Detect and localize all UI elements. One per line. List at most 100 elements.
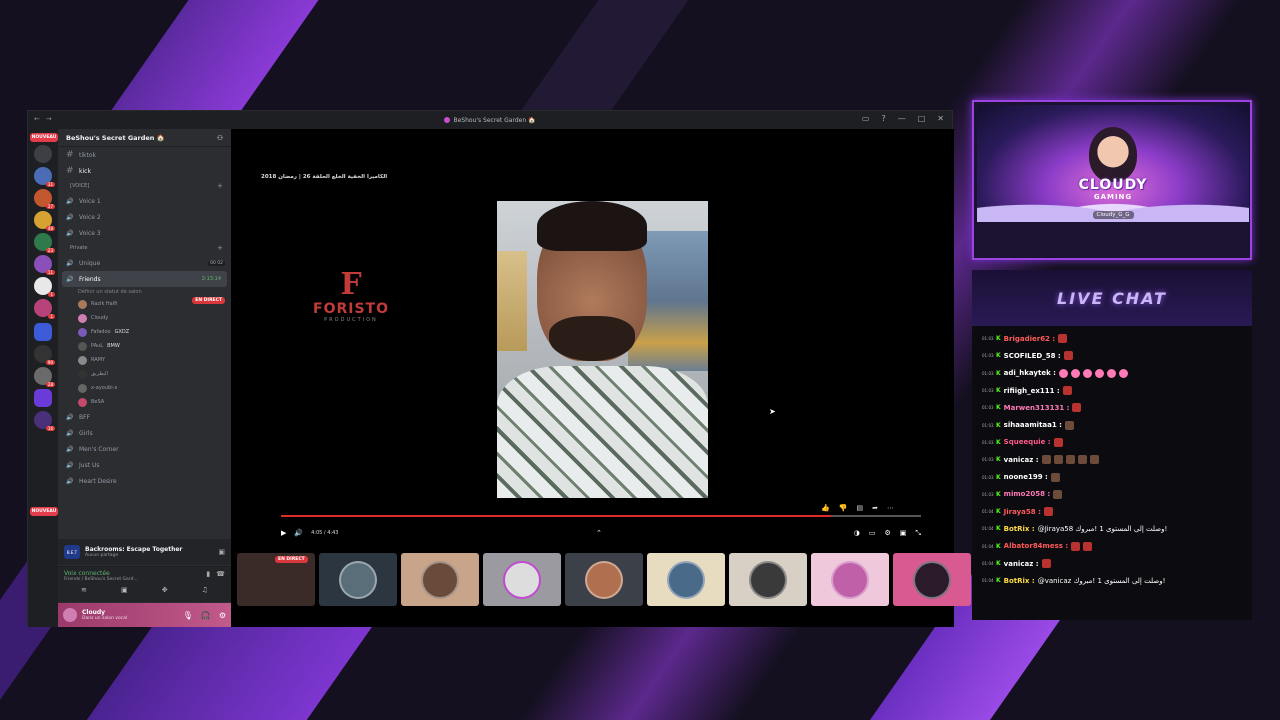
soundboard-icon[interactable]: ♫ xyxy=(202,586,208,594)
member-razik[interactable]: Razik Haifi EN DIRECT xyxy=(58,297,231,311)
inbox-icon[interactable]: ▭ xyxy=(862,114,870,123)
channel-voice-2[interactable]: 🔊 Voice 2 xyxy=(58,209,231,225)
like-icon[interactable]: 👍 xyxy=(821,504,830,512)
channel-bff[interactable]: 🔊 BFF xyxy=(58,409,231,425)
participant-tile[interactable]: EN DIRECT xyxy=(237,553,315,606)
channel-tiktok[interactable]: # tiktok xyxy=(58,147,231,163)
server-icon[interactable]: 90 xyxy=(34,345,55,365)
chat-username[interactable]: rifiigh_ex111 : xyxy=(1004,387,1060,395)
server-icon[interactable]: 31 xyxy=(34,167,55,187)
member-paul[interactable]: PAuL BMW xyxy=(58,339,231,353)
chat-username[interactable]: adi_hkaytek : xyxy=(1004,369,1056,377)
play-icon[interactable]: ▶ xyxy=(281,529,286,537)
activity-panel[interactable]: B.E.T Backrooms: Escape Together Aucun pa… xyxy=(58,539,231,565)
screen-icon[interactable]: ▣ xyxy=(218,548,225,556)
channel-heart-desire[interactable]: 🔊 Heart Desire xyxy=(58,473,231,489)
category-voice[interactable]: [VOICE] + xyxy=(58,179,231,193)
chat-username[interactable]: Brigadier62 : xyxy=(1004,335,1056,343)
chat-username[interactable]: Squeequie : xyxy=(1004,438,1051,446)
home-icon[interactable] xyxy=(34,145,52,163)
activities-icon[interactable]: ✥ xyxy=(162,586,168,594)
minimize-button[interactable]: — xyxy=(898,114,906,123)
member-ramy[interactable]: RAMY xyxy=(58,353,231,367)
disconnect-icon[interactable]: ☎ xyxy=(216,570,225,582)
screenshare-icon[interactable]: ▣ xyxy=(121,586,128,594)
participant-tile[interactable] xyxy=(893,553,971,606)
channel-unique[interactable]: 🔊 Unique 00 02 xyxy=(58,255,231,271)
autoplay-toggle[interactable]: ◑ xyxy=(854,529,860,538)
plus-icon[interactable]: + xyxy=(217,182,223,190)
signal-icon[interactable]: ▮ xyxy=(206,570,210,582)
channel-girls[interactable]: 🔊 Girls xyxy=(58,425,231,441)
member-penguin[interactable]: البطريق xyxy=(58,367,231,381)
server-header[interactable]: BeShou's Secret Garden 🏠 ⚇ xyxy=(58,129,231,147)
comment-icon[interactable]: ▤ xyxy=(857,504,864,512)
add-member-icon[interactable]: ⚇ xyxy=(217,134,223,142)
member-ayoubi[interactable]: x-ayoubi-x xyxy=(58,381,231,395)
voice-location[interactable]: Friends / BeShou's Secret Gard... xyxy=(64,577,138,582)
server-icon[interactable]: 16 xyxy=(34,411,55,431)
headphones-icon[interactable]: 🎧 xyxy=(201,611,211,620)
maximize-button[interactable]: □ xyxy=(918,114,926,123)
miniplayer-icon[interactable]: ▣ xyxy=(900,529,907,538)
participant-tile[interactable] xyxy=(565,553,643,606)
folder-icon[interactable] xyxy=(34,323,52,341)
participant-tile[interactable] xyxy=(319,553,397,606)
volume-icon[interactable]: 🔊 xyxy=(294,529,303,537)
participant-tile[interactable] xyxy=(811,553,889,606)
member-besa[interactable]: BeSA xyxy=(58,395,231,409)
chevron-up-icon[interactable]: ⌃ xyxy=(596,529,602,537)
noise-icon[interactable]: ≋ xyxy=(81,586,87,594)
participant-tile[interactable] xyxy=(729,553,807,606)
settings-icon[interactable]: ⚙ xyxy=(884,529,890,538)
avatar[interactable] xyxy=(63,608,77,622)
dislike-icon[interactable]: 👎 xyxy=(839,504,848,512)
channel-just-us[interactable]: 🔊 Just Us xyxy=(58,457,231,473)
gear-icon[interactable]: ⚙ xyxy=(219,611,226,620)
more-icon[interactable]: ⋯ xyxy=(887,504,894,512)
chat-username[interactable]: sihaaamitaa1 : xyxy=(1004,421,1062,429)
help-icon[interactable]: ? xyxy=(881,114,885,123)
chat-username[interactable]: mimo2058 : xyxy=(1004,490,1051,498)
close-button[interactable]: ✕ xyxy=(937,114,944,123)
channel-voice-1[interactable]: 🔊 Voice 1 xyxy=(58,193,231,209)
channel-status[interactable]: Définir un statut de salon xyxy=(58,287,231,297)
category-private[interactable]: Private + xyxy=(58,241,231,255)
chat-username[interactable]: vanicaz : xyxy=(1004,456,1039,464)
fullscreen-icon[interactable]: ⤡ xyxy=(915,529,921,538)
nav-arrows-icon[interactable]: ←→ xyxy=(34,115,58,123)
chat-username[interactable]: Marwen313131 : xyxy=(1004,404,1070,412)
progress-bar[interactable] xyxy=(281,515,921,517)
server-icon[interactable]: 1 xyxy=(34,299,55,319)
server-icon[interactable]: 11 xyxy=(34,255,55,275)
chat-username[interactable]: noone199 : xyxy=(1004,473,1048,481)
video-frame[interactable] xyxy=(497,201,708,498)
chat-username[interactable]: vanicaz : xyxy=(1004,560,1039,568)
member-cloudy[interactable]: Cloudy xyxy=(58,311,231,325)
chat-username[interactable]: BotRix : xyxy=(1004,525,1035,533)
server-icon[interactable]: 1 xyxy=(34,277,55,297)
chat-username[interactable]: Albator84mess : xyxy=(1004,542,1069,550)
participant-tile[interactable] xyxy=(483,553,561,606)
channel-voice-3[interactable]: 🔊 Voice 3 xyxy=(58,225,231,241)
server-icon[interactable]: 48 xyxy=(34,211,55,231)
channel-kick[interactable]: # kick xyxy=(58,163,231,179)
chat-username[interactable]: SCOFILED_58 : xyxy=(1004,352,1061,360)
member-fafadoo[interactable]: Fafadoo GXDZ xyxy=(58,325,231,339)
participant-tile[interactable] xyxy=(401,553,479,606)
share-icon[interactable]: ➦ xyxy=(872,504,878,512)
chat-username[interactable]: Jiraya58 : xyxy=(1004,508,1041,516)
channel-friends[interactable]: 🔊 Friends 2:13:14 xyxy=(62,271,227,287)
server-icon[interactable]: 28 xyxy=(34,367,55,387)
microphone-icon[interactable]: 🎙 xyxy=(183,611,193,620)
participant-tile[interactable] xyxy=(647,553,725,606)
server-icon[interactable]: 27 xyxy=(34,189,55,209)
channel-mens-corner[interactable]: 🔊 Men's Corner xyxy=(58,441,231,457)
server-icon[interactable] xyxy=(34,389,52,407)
plus-icon[interactable]: + xyxy=(217,244,223,252)
subtitles-icon[interactable]: ▭ xyxy=(869,529,876,538)
server-icon[interactable]: 23 xyxy=(34,233,55,253)
kick-icon: K xyxy=(996,542,1001,550)
chat-username[interactable]: BotRix : xyxy=(1004,577,1035,585)
stream-view[interactable]: الكاميرا الخفية الخلع الحلقة 26 | رمضان … xyxy=(231,129,971,627)
